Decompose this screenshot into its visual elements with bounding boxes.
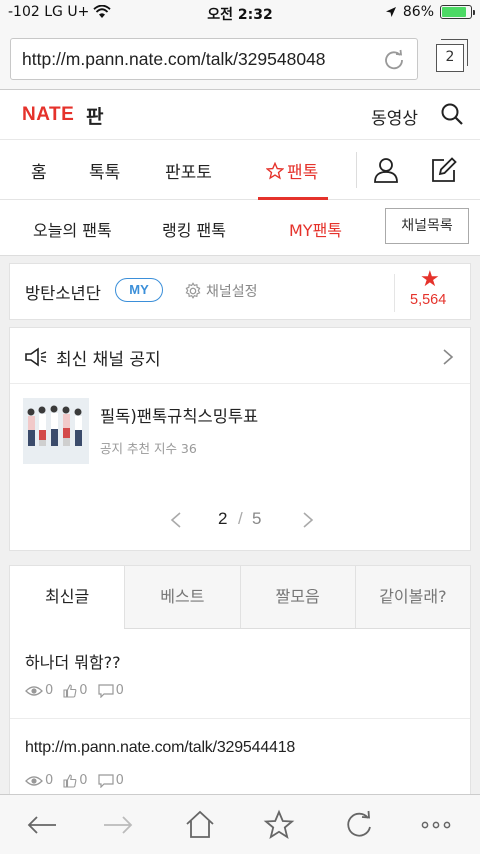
tab-latest[interactable]: 최신글 (10, 566, 125, 629)
nav-item-home[interactable]: 홈 (31, 158, 47, 183)
star-outline-icon (266, 161, 284, 179)
comment-count: 0 (115, 683, 124, 698)
comment-count: 0 (115, 773, 124, 788)
nav-item-fantalk[interactable]: 팬톡 (266, 158, 318, 183)
browser-url-bar: http://m.pann.nate.com/talk/329548048 2 (0, 26, 480, 90)
comment-icon (97, 683, 114, 698)
view-count: 0 (45, 683, 54, 698)
thumbs-up-icon (63, 683, 77, 698)
notice-post-meta: 공지 추천 지수 36 (100, 441, 197, 456)
reload-icon[interactable] (383, 49, 405, 71)
section-title[interactable]: 판 (86, 102, 103, 129)
page-current: 2 (218, 509, 228, 528)
post-stats: 0 0 0 (25, 683, 134, 698)
address-field[interactable]: http://m.pann.nate.com/talk/329548048 (10, 38, 418, 80)
main-nav: 홈 톡톡 판포토 팬톡 (0, 140, 480, 200)
forward-arrow-icon[interactable] (102, 809, 134, 841)
page-total: 5 (252, 509, 262, 528)
nav-item-fantalk-label: 팬톡 (287, 163, 319, 183)
nav-divider (356, 152, 357, 188)
group-photo-image (23, 398, 89, 464)
chevron-left-icon[interactable] (170, 511, 182, 529)
nav-item-toktok[interactable]: 톡톡 (89, 158, 120, 183)
tab-switcher-button[interactable]: 2 (436, 39, 468, 72)
post-list-card: 최신글 베스트 짤모음 같이볼래? 하나더 뭐함?? 0 0 0 http://… (9, 565, 471, 809)
eye-icon (25, 685, 43, 696)
view-count: 0 (45, 773, 54, 788)
channel-settings-link[interactable]: 채널설정 (184, 281, 258, 301)
subnav-ranking[interactable]: 랭킹 팬톡 (162, 217, 226, 241)
gear-icon (185, 282, 201, 299)
chevron-right-icon[interactable] (302, 511, 314, 529)
star-filled-icon[interactable]: ★ (420, 268, 440, 292)
sub-nav: 오늘의 팬톡 랭킹 팬톡 MY팬톡 채널목록 (0, 200, 480, 256)
notice-heading: 최신 채널 공지 (56, 350, 161, 370)
channel-name[interactable]: 방탄소년단 (25, 280, 101, 304)
user-icon[interactable] (372, 156, 400, 184)
post-thumbnail[interactable] (23, 398, 89, 464)
status-bar: -102 LG U+ 오전 2:32 86% (0, 0, 480, 26)
nate-logo[interactable]: NATE (22, 104, 74, 126)
chevron-right-icon (443, 349, 454, 365)
battery-icon (440, 5, 475, 19)
more-icon[interactable] (420, 809, 452, 841)
channel-settings-label: 채널설정 (206, 284, 258, 300)
comment-icon (97, 773, 114, 788)
notice-pager: 2 / 5 (10, 509, 470, 531)
channel-list-button[interactable]: 채널목록 (385, 208, 469, 244)
post-title[interactable]: 하나더 뭐함?? (25, 649, 121, 673)
fan-count: 5,564 (410, 292, 447, 308)
location-arrow-icon (385, 7, 396, 17)
list-item[interactable]: 하나더 뭐함?? 0 0 0 (10, 629, 470, 719)
video-link[interactable]: 동영상 (371, 104, 418, 129)
url-text: http://m.pann.nate.com/talk/329548048 (22, 49, 326, 69)
thumbs-up-icon (63, 773, 77, 788)
post-title[interactable]: http://m.pann.nate.com/talk/329544418 (25, 739, 295, 757)
post-stats: 0 0 0 (25, 773, 134, 788)
back-arrow-icon[interactable] (26, 809, 58, 841)
write-icon[interactable] (430, 156, 458, 184)
notice-post-title[interactable]: 필독)팬톡규칙스밍투표 (100, 403, 258, 427)
eye-icon (25, 775, 43, 786)
divider (394, 274, 395, 312)
like-count: 0 (79, 683, 88, 698)
nav-item-panphoto[interactable]: 판포토 (165, 158, 212, 183)
tab-watch-together[interactable]: 같이볼래? (354, 566, 470, 628)
tab-best[interactable]: 베스트 (124, 566, 240, 628)
like-count: 0 (79, 773, 88, 788)
my-badge: MY (115, 278, 163, 302)
channel-card: 방탄소년단 MY 채널설정 ★ 5,564 (9, 263, 471, 320)
search-icon[interactable] (440, 102, 464, 126)
tab-count: 2 (445, 49, 455, 65)
subnav-today[interactable]: 오늘의 팬톡 (33, 217, 112, 241)
refresh-icon[interactable] (343, 809, 375, 841)
subnav-my[interactable]: MY팬톡 (289, 217, 342, 241)
notice-header[interactable]: 최신 채널 공지 (10, 328, 470, 384)
site-header: NATE 판 동영상 (0, 90, 480, 140)
browser-toolbar (0, 794, 480, 854)
list-tabs: 최신글 베스트 짤모음 같이볼래? (10, 566, 470, 629)
bookmark-star-icon[interactable] (263, 809, 295, 841)
megaphone-icon (25, 347, 47, 367)
battery-percent: 86% (402, 4, 434, 20)
home-icon[interactable] (184, 809, 216, 841)
page-separator: / (238, 509, 243, 528)
notice-card: 최신 채널 공지 필독)팬톡규칙스밍투표 공지 추천 지수 36 2 / 5 (9, 327, 471, 551)
tab-images[interactable]: 짤모음 (239, 566, 355, 628)
